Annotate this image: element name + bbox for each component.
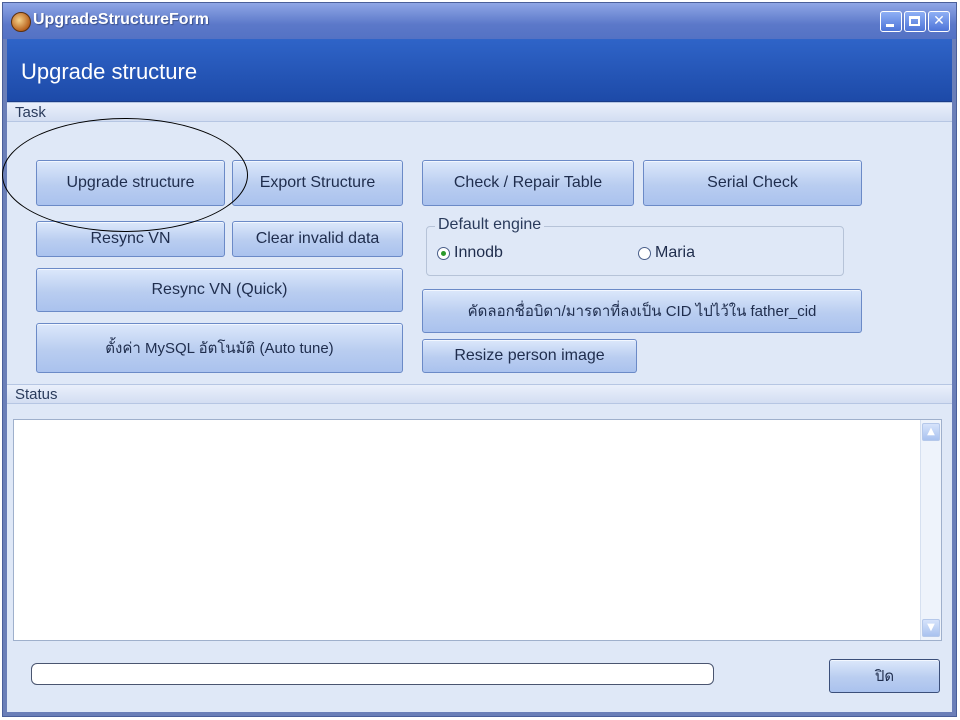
resync-vn-quick-button[interactable]: Resync VN (Quick)	[36, 268, 403, 312]
export-structure-button[interactable]: Export Structure	[232, 160, 403, 206]
upgrade-structure-window: UpgradeStructureForm ✕ Upgrade structure…	[2, 2, 957, 717]
minimize-icon	[886, 24, 894, 27]
resync-vn-button[interactable]: Resync VN	[36, 221, 225, 257]
radio-unchecked-icon	[638, 246, 651, 260]
mysql-auto-tune-button[interactable]: ตั้งค่า MySQL อัตโนมัติ (Auto tune)	[36, 323, 403, 373]
maximize-button[interactable]	[904, 11, 926, 32]
title-bar[interactable]: UpgradeStructureForm ✕	[3, 3, 956, 39]
progress-bar	[31, 663, 714, 685]
engine-option-label: Innodb	[454, 244, 503, 261]
status-textbox[interactable]: ▲ ▼	[13, 419, 942, 641]
page-title: Upgrade structure	[21, 59, 198, 84]
close-icon: ✕	[933, 13, 945, 29]
scroll-down-icon[interactable]: ▼	[922, 619, 940, 637]
close-window-button[interactable]: ✕	[928, 11, 950, 32]
serial-check-button[interactable]: Serial Check	[643, 160, 862, 206]
header-band: Upgrade structure	[7, 39, 952, 102]
app-icon	[11, 12, 31, 32]
engine-option-label: Maria	[655, 244, 696, 261]
maximize-icon	[909, 16, 920, 26]
copy-father-cid-button[interactable]: คัดลอกชื่อบิดา/มารดาที่ลงเป็น CID ไปไว้ใ…	[422, 289, 862, 333]
scroll-up-icon[interactable]: ▲	[922, 423, 940, 441]
clear-invalid-data-button[interactable]: Clear invalid data	[232, 221, 403, 257]
default-engine-group: Default engine Innodb Maria	[426, 216, 844, 276]
default-engine-label: Default engine	[435, 216, 545, 234]
check-repair-table-button[interactable]: Check / Repair Table	[422, 160, 634, 206]
radio-checked-icon	[437, 246, 450, 260]
form-client-area: Upgrade structure Task Upgrade structure…	[7, 39, 952, 712]
close-button[interactable]: ปิด	[829, 659, 940, 693]
engine-option-innodb[interactable]: Innodb	[437, 244, 503, 262]
upgrade-structure-button[interactable]: Upgrade structure	[36, 160, 225, 206]
window-title: UpgradeStructureForm	[33, 11, 210, 28]
engine-option-maria[interactable]: Maria	[638, 244, 695, 262]
status-scrollbar[interactable]: ▲ ▼	[920, 420, 941, 640]
minimize-button[interactable]	[880, 11, 902, 32]
task-section-label: Task	[7, 102, 952, 122]
resize-person-image-button[interactable]: Resize person image	[422, 339, 637, 373]
status-section-label: Status	[7, 384, 952, 404]
